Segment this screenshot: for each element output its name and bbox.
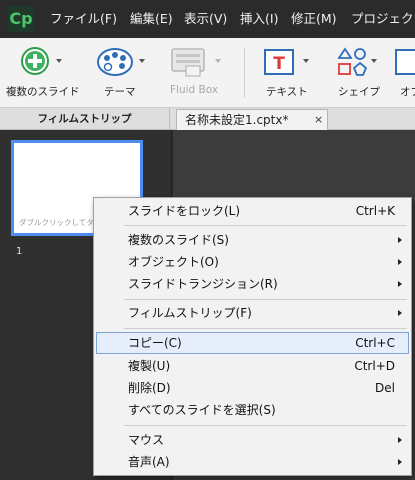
tab-filmstrip[interactable]: フィルムストリップ <box>0 108 170 130</box>
menu-item-filmstrip[interactable]: フィルムストリップ(F) <box>96 302 409 324</box>
menu-item-label: スライドをロック(L) <box>128 204 241 218</box>
tab-document[interactable]: 名称未設定1.cptx* × <box>176 109 328 130</box>
submenu-arrow-icon <box>398 310 402 316</box>
menu-item-label: オブジェクト(O) <box>128 255 219 269</box>
menu-item-label: 複製(U) <box>128 359 171 373</box>
shape-button[interactable]: シェイプ <box>330 38 386 108</box>
chevron-down-icon <box>56 59 62 63</box>
fluid-box-icon <box>171 48 205 77</box>
tab-bar: フィルムストリップ 名称未設定1.cptx* × <box>0 108 415 130</box>
chevron-down-icon <box>303 59 309 63</box>
submenu-arrow-icon <box>398 237 402 243</box>
document-tab-label: 名称未設定1.cptx* <box>185 113 289 127</box>
menu-separator <box>124 225 407 226</box>
theme-button[interactable]: テーマ <box>90 38 150 108</box>
svg-text:T: T <box>273 54 285 74</box>
menu-separator <box>124 328 407 329</box>
menu-item-label: すべてのスライドを選択(S) <box>128 403 276 417</box>
chevron-down-icon <box>371 59 377 63</box>
menu-item-delete[interactable]: 削除(D) Del <box>96 377 409 399</box>
menu-edit[interactable]: 編集(E) <box>130 0 173 38</box>
close-icon[interactable]: × <box>314 110 323 130</box>
menu-item-audio[interactable]: 音声(A) <box>96 451 409 473</box>
chevron-down-icon <box>215 59 221 63</box>
menu-modify[interactable]: 修正(M) <box>291 0 337 38</box>
new-slide-label: 複数のスライド <box>6 86 80 98</box>
menu-item-lock-slide[interactable]: スライドをロック(L) Ctrl+K <box>96 200 409 222</box>
shape-label: シェイプ <box>338 86 380 98</box>
text-label: テキスト <box>266 86 308 98</box>
add-slide-icon <box>21 47 49 75</box>
chevron-down-icon <box>139 59 145 63</box>
text-button[interactable]: T テキスト <box>254 38 322 108</box>
theme-label: テーマ <box>104 86 136 98</box>
menu-item-mouse[interactable]: マウス <box>96 429 409 451</box>
menu-item-shortcut: Ctrl+D <box>354 359 395 373</box>
menu-item-shortcut: Ctrl+K <box>355 204 395 218</box>
submenu-arrow-icon <box>398 437 402 443</box>
menu-file[interactable]: ファイル(F) <box>50 0 117 38</box>
menu-item-label: フィルムストリップ(F) <box>128 306 252 320</box>
shapes-icon <box>337 47 368 76</box>
menu-item-object[interactable]: オブジェクト(O) <box>96 251 409 273</box>
menu-item-select-all-slides[interactable]: すべてのスライドを選択(S) <box>96 399 409 421</box>
menu-item-label: コピー(C) <box>128 336 182 350</box>
menu-item-slides[interactable]: 複数のスライド(S) <box>96 229 409 251</box>
toolbar-divider <box>244 48 245 98</box>
menu-separator <box>124 299 407 300</box>
thumbnail-placeholder-text: ダブルクリックしてタ <box>19 218 94 227</box>
context-menu: スライドをロック(L) Ctrl+K 複数のスライド(S) オブジェクト(O) … <box>93 197 412 476</box>
menu-item-label: スライドトランジション(R) <box>128 277 278 291</box>
menu-item-duplicate[interactable]: 複製(U) Ctrl+D <box>96 355 409 377</box>
menu-item-label: 削除(D) <box>128 381 171 395</box>
menu-view[interactable]: 表示(V) <box>184 0 227 38</box>
menu-bar: Cp ファイル(F) 編集(E) 表示(V) 挿入(I) 修正(M) プロジェク… <box>0 0 415 38</box>
text-icon: T <box>264 49 294 75</box>
menu-item-label: 音声(A) <box>128 455 170 469</box>
fluid-box-label: Fluid Box <box>170 84 219 96</box>
slide-number: 1 <box>16 246 23 257</box>
menu-item-slide-transition[interactable]: スライドトランジション(R) <box>96 273 409 295</box>
menu-item-label: マウス <box>128 433 165 447</box>
menu-item-copy[interactable]: コピー(C) Ctrl+C <box>96 332 409 354</box>
menu-item-shortcut: Ctrl+C <box>355 336 395 350</box>
menu-item-shortcut: Del <box>375 381 395 395</box>
submenu-arrow-icon <box>398 459 402 465</box>
object-button[interactable]: オブ <box>392 38 415 108</box>
toolbar: 複数のスライド テーマ Fluid Box T テキスト シェイプ オ <box>0 38 415 108</box>
menu-project[interactable]: プロジェクト <box>351 0 415 38</box>
submenu-arrow-icon <box>398 259 402 265</box>
menu-separator <box>124 425 407 426</box>
app-logo: Cp <box>8 6 34 32</box>
new-slide-button[interactable]: 複数のスライド <box>0 38 82 108</box>
submenu-arrow-icon <box>398 281 402 287</box>
menu-item-label: 複数のスライド(S) <box>128 233 229 247</box>
object-icon <box>395 49 415 75</box>
palette-icon <box>97 48 133 76</box>
fluid-box-button[interactable]: Fluid Box <box>162 38 234 108</box>
object-label: オブ <box>400 86 415 98</box>
menu-insert[interactable]: 挿入(I) <box>240 0 278 38</box>
